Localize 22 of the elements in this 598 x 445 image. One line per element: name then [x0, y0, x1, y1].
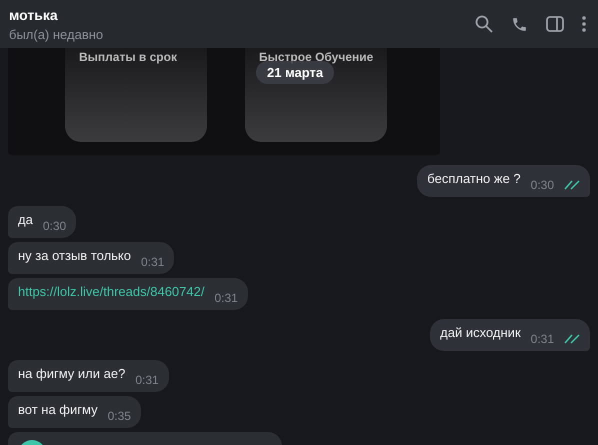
message-text: да — [18, 212, 33, 226]
message-time: 0:31 — [214, 291, 238, 305]
message-text: бесплатно же ? — [427, 170, 521, 186]
message-text: дай исходник — [440, 324, 521, 340]
card-title: Быстрое Обучение — [259, 50, 374, 64]
card-title: Выплаты в срок — [79, 50, 177, 64]
message-time: 0:31 — [135, 373, 159, 387]
sidebar-toggle-icon[interactable] — [546, 16, 564, 32]
message-time: 0:30 — [530, 178, 554, 192]
message-text: вот на фигму — [18, 402, 98, 416]
contact-name: мотька — [9, 6, 58, 22]
message-time: 0:31 — [530, 332, 554, 346]
message-text: на фигму или ае? — [18, 366, 126, 380]
more-menu-icon[interactable] — [582, 16, 586, 32]
message-time: 0:31 — [141, 255, 164, 269]
search-icon[interactable] — [475, 15, 493, 33]
message-time: 0:30 — [42, 219, 66, 233]
contact-status: был(а) недавно — [9, 26, 104, 42]
message-text: ну за отзыв только — [18, 248, 131, 262]
phone-icon[interactable] — [511, 16, 528, 32]
message-time: 0:35 — [108, 409, 131, 423]
message-link[interactable]: https://lolz.live/threads/8460742/ — [18, 284, 204, 298]
